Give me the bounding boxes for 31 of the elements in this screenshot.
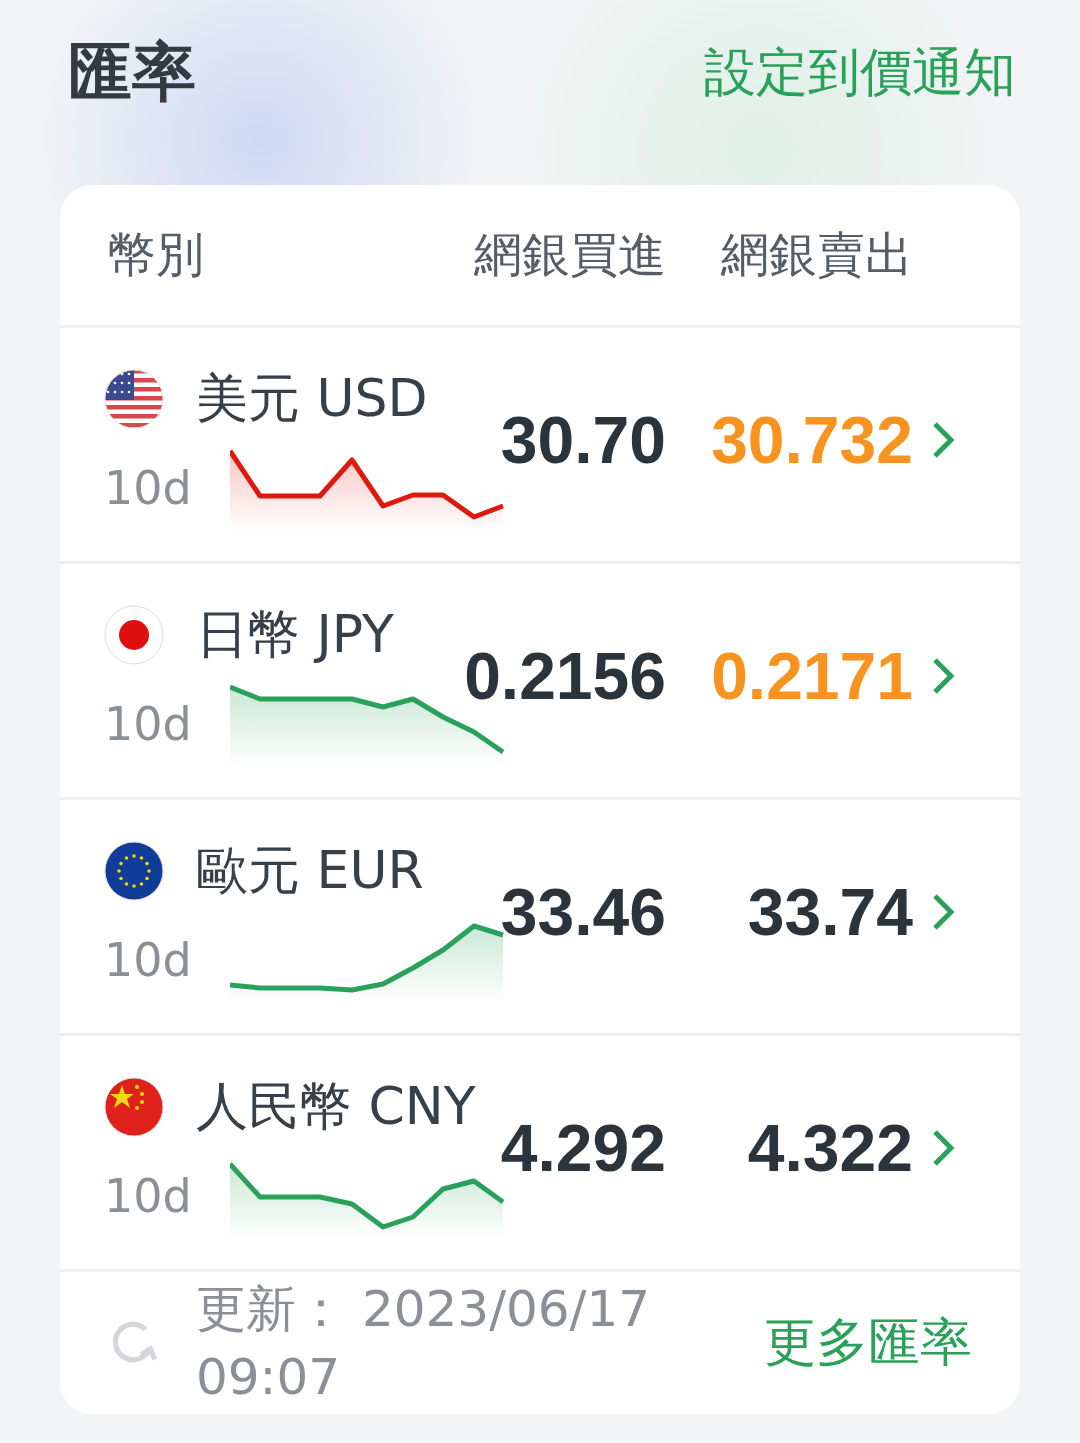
period-label: 10d (104, 697, 192, 753)
page-title: 匯率 (68, 34, 196, 111)
chevron-right-icon (931, 1127, 955, 1168)
period-label: 10d (104, 1169, 192, 1225)
chevron-right-icon (931, 655, 955, 696)
period-label: 10d (104, 933, 192, 989)
buy-rate: 0.2156 (463, 637, 666, 714)
sell-rate: 33.74 (746, 873, 913, 950)
currency-row[interactable]: 日幣 JPY 10d 0.2156 0.2171 (60, 564, 1020, 800)
period-label: 10d (104, 461, 192, 517)
sell-rate: 30.732 (710, 401, 913, 478)
buy-rate: 33.46 (499, 873, 666, 950)
buy-rate: 30.70 (499, 401, 666, 478)
us-flag-icon (104, 369, 164, 429)
japan-flag-icon (104, 605, 164, 665)
currency-row[interactable]: 人民幣 CNY 10d 4.292 4.322 (60, 1036, 1020, 1272)
currency-row[interactable]: 美元 USD 10d 30.70 30.732 (60, 328, 1020, 564)
currency-name: 美元 USD (196, 367, 428, 430)
update-time: 更新： 2023/06/17 09:07 (196, 1279, 652, 1408)
chevron-right-icon (931, 891, 955, 932)
chevron-right-icon (931, 419, 955, 460)
currency-name: 歐元 EUR (196, 839, 424, 902)
column-header: 網銀買進 (473, 225, 666, 284)
currency-row[interactable]: 歐元 EUR 10d 33.46 33.74 (60, 800, 1020, 1036)
buy-rate: 4.292 (499, 1109, 666, 1186)
currency-name: 日幣 JPY (196, 603, 394, 666)
column-header: 幣別 (107, 225, 205, 284)
sell-rate: 4.322 (746, 1109, 913, 1186)
column-header: 網銀賣出 (720, 225, 913, 284)
sell-rate: 0.2171 (710, 637, 913, 714)
currency-name: 人民幣 CNY (196, 1075, 476, 1138)
